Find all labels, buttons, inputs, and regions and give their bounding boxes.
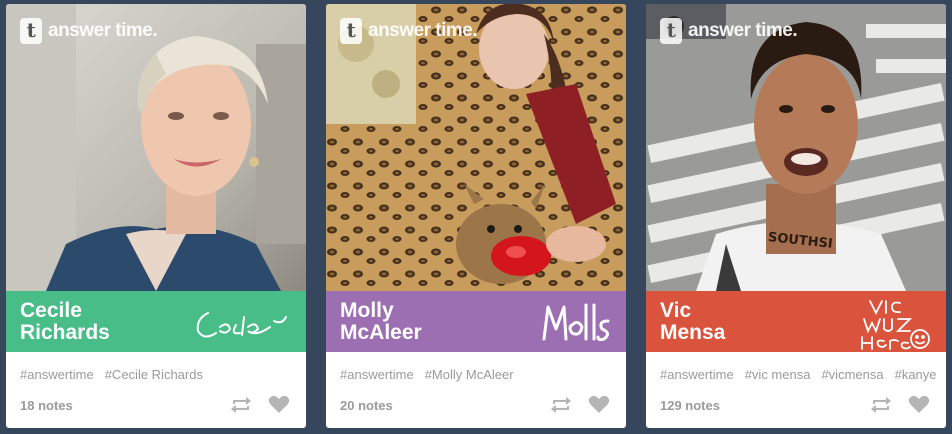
tag-list: #answertime #Cecile Richards: [20, 367, 203, 382]
brand-watermark: t answer time.: [660, 18, 798, 44]
last-name: Richards: [20, 321, 110, 344]
name-banner: Vic Mensa: [646, 291, 946, 352]
post-actions: [230, 395, 290, 414]
person-name: Vic Mensa: [660, 300, 830, 344]
notes-count[interactable]: 129 notes: [660, 398, 720, 413]
tag-list: #answertime #Molly McAleer: [340, 367, 514, 382]
brand-watermark: t answer time.: [340, 18, 478, 44]
person-name: Cecile Richards: [20, 300, 190, 344]
post-card-molly-mcaleer[interactable]: t answer time. Molly McAleer #answertime…: [326, 4, 626, 428]
post-photo[interactable]: t answer time.: [6, 4, 306, 291]
tag-link[interactable]: #answertime: [20, 367, 94, 382]
tumblr-logo-icon: t: [20, 18, 42, 44]
last-name: McAleer: [340, 321, 422, 344]
post-photo[interactable]: SOUTHSI t answer time.: [646, 4, 946, 291]
signature-image: [542, 303, 610, 342]
reblog-icon[interactable]: [230, 396, 252, 414]
first-name: Vic: [660, 299, 692, 322]
notes-count[interactable]: 18 notes: [20, 398, 73, 413]
tag-list: #answertime #vic mensa #vicmensa #kanye: [660, 367, 937, 382]
post-actions: [550, 395, 610, 414]
first-name: Molly: [340, 299, 394, 322]
tumblr-logo-icon: t: [660, 18, 682, 44]
brand-watermark: t answer time.: [20, 18, 158, 44]
name-banner: Molly McAleer: [326, 291, 626, 352]
brand-name: answer time.: [688, 20, 798, 41]
heart-icon[interactable]: [908, 395, 930, 414]
tag-link[interactable]: #answertime: [340, 367, 414, 382]
tag-link[interactable]: #kanye: [895, 367, 937, 382]
person-name: Molly McAleer: [340, 300, 510, 344]
tag-link[interactable]: #vic mensa: [745, 367, 811, 382]
post-card-vic-mensa[interactable]: SOUTHSI t answer time. Vic Mensa #answer…: [646, 4, 946, 428]
first-name: Cecile: [20, 299, 82, 322]
last-name: Mensa: [660, 321, 726, 344]
reblog-icon[interactable]: [870, 396, 892, 414]
notes-count[interactable]: 20 notes: [340, 398, 393, 413]
brand-name: answer time.: [368, 20, 478, 41]
post-actions: [870, 395, 930, 414]
tag-link[interactable]: #answertime: [660, 367, 734, 382]
brand-name: answer time.: [48, 20, 158, 41]
tumblr-logo-icon: t: [340, 18, 362, 44]
post-photo[interactable]: t answer time.: [326, 4, 626, 291]
name-banner: Cecile Richards: [6, 291, 306, 352]
reblog-icon[interactable]: [550, 396, 572, 414]
signature-image: [861, 300, 930, 350]
tag-link[interactable]: #vicmensa: [821, 367, 883, 382]
tag-link[interactable]: #Cecile Richards: [105, 367, 203, 382]
heart-icon[interactable]: [268, 395, 290, 414]
tag-link[interactable]: #Molly McAleer: [425, 367, 514, 382]
heart-icon[interactable]: [588, 395, 610, 414]
post-card-cecile-richards[interactable]: t answer time. Cecile Richards #answerti…: [6, 4, 306, 428]
signature-image: [196, 312, 287, 338]
